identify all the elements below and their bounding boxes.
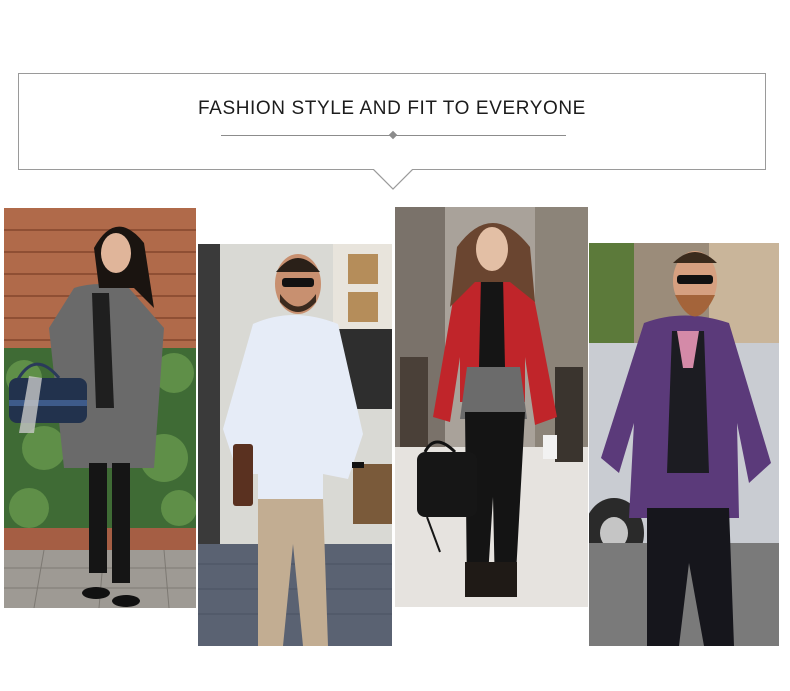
banner: FASHION STYLE AND FIT TO EVERYONE	[18, 73, 766, 170]
divider-diamond-icon	[388, 130, 398, 140]
man-white-shirt-photo	[198, 244, 392, 646]
woman-grey-coat-photo	[4, 208, 196, 608]
banner-title: FASHION STYLE AND FIT TO EVERYONE	[198, 98, 586, 119]
woman-red-jacket-photo	[395, 207, 588, 607]
title-divider	[221, 130, 566, 140]
man-purple-blazer-photo	[589, 243, 779, 646]
banner-notch-arrow	[373, 169, 413, 190]
